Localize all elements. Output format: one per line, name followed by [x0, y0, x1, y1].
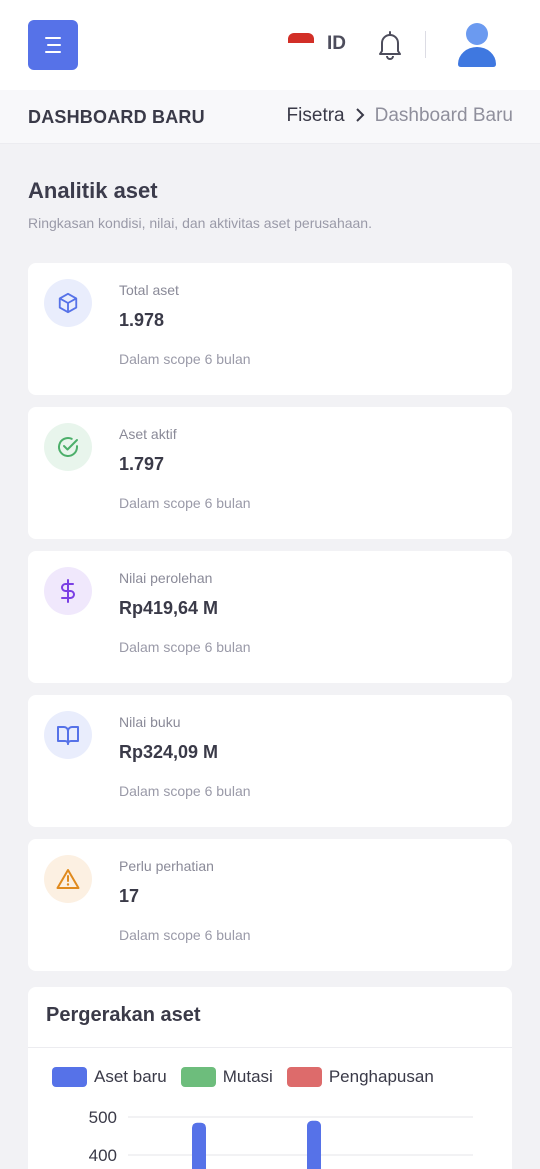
- flag-id-icon[interactable]: [288, 33, 314, 47]
- breadcrumb-current: Dashboard Baru: [374, 105, 513, 126]
- section-title: Analitik aset: [28, 178, 158, 203]
- stat-badge: [44, 423, 92, 471]
- stat-value: 1.797: [119, 454, 165, 474]
- legend-item-aset-baru[interactable]: Aset baru: [52, 1067, 167, 1087]
- legend-swatch: [286, 1067, 322, 1087]
- bar-aset-baru[interactable]: [307, 1120, 321, 1169]
- cube-icon: [58, 292, 78, 314]
- bar-chart: 500 400: [89, 1108, 473, 1169]
- stat-badge: [44, 567, 92, 615]
- stat-label: Nilai buku: [119, 714, 181, 730]
- stat-note: Dalam scope 6 bulan: [119, 351, 251, 367]
- stat-card-aset-aktif: Aset aktif 1.797 Dalam scope 6 bulan: [28, 407, 512, 539]
- legend-swatch: [52, 1067, 87, 1087]
- legend-swatch: [180, 1067, 216, 1087]
- breadcrumb-root-link[interactable]: Fisetra: [287, 105, 345, 127]
- asset-movement-card: Pergerakan aset Aset baru Mutasi Penghap…: [28, 987, 512, 1169]
- stat-label: Perlu perhatian: [119, 858, 214, 874]
- menu-button[interactable]: [28, 20, 78, 70]
- dollar-icon: [61, 579, 75, 603]
- stat-card-perlu-perhatian: Perlu perhatian 17 Dalam scope 6 bulan: [28, 839, 512, 971]
- menu-icon: [45, 37, 61, 53]
- stat-badge: [44, 279, 92, 327]
- card-divider: [28, 1047, 512, 1048]
- user-avatar-icon: [458, 23, 496, 67]
- bell-icon: [379, 31, 401, 60]
- stat-value: 1.978: [119, 310, 165, 330]
- chart-legend: Aset baru Mutasi Penghapusan: [52, 1067, 448, 1087]
- stat-label: Nilai perolehan: [119, 570, 213, 586]
- stat-label: Total aset: [119, 282, 179, 298]
- legend-label: Mutasi: [222, 1067, 273, 1086]
- header-divider: [425, 31, 426, 58]
- stat-note: Dalam scope 6 bulan: [119, 639, 251, 655]
- section-subtitle: Ringkasan kondisi, nilai, dan aktivitas …: [28, 215, 372, 231]
- warning-icon: [56, 869, 80, 889]
- top-bar: ID: [0, 0, 540, 90]
- stat-note: Dalam scope 6 bulan: [119, 783, 251, 799]
- language-code[interactable]: ID: [327, 33, 346, 55]
- stat-note: Dalam scope 6 bulan: [119, 495, 251, 511]
- book-icon: [57, 726, 79, 745]
- page-title: DASHBOARD BARU: [28, 107, 205, 127]
- stat-badge: [44, 855, 92, 903]
- stat-card-total-aset: Total aset 1.978 Dalam scope 6 bulan: [28, 263, 512, 395]
- stat-card-nilai-buku: Nilai buku Rp324,09 M Dalam scope 6 bula…: [28, 695, 512, 827]
- legend-item-mutasi[interactable]: Mutasi: [180, 1067, 273, 1087]
- legend-label: Penghapusan: [328, 1067, 434, 1086]
- y-tick-label: 500: [89, 1108, 117, 1127]
- stat-card-nilai-perolehan: Nilai perolehan Rp419,64 M Dalam scope 6…: [28, 551, 512, 683]
- chevron-right-icon: [355, 106, 365, 127]
- breadcrumb: Fisetra Dashboard Baru: [287, 105, 513, 127]
- chart-title: Pergerakan aset: [46, 1004, 201, 1026]
- stat-value: 17: [119, 886, 140, 906]
- stat-badge: [44, 711, 92, 759]
- y-tick-label: 400: [89, 1146, 117, 1165]
- check-circle-icon: [58, 437, 78, 457]
- stat-note: Dalam scope 6 bulan: [119, 927, 251, 943]
- legend-label: Aset baru: [94, 1067, 167, 1086]
- notification-button[interactable]: [376, 30, 404, 65]
- stat-label: Aset aktif: [119, 426, 177, 442]
- bar-aset-baru[interactable]: [192, 1122, 206, 1169]
- stat-value: Rp419,64 M: [119, 598, 219, 618]
- legend-item-penghapusan[interactable]: Penghapusan: [286, 1067, 434, 1087]
- stat-value: Rp324,09 M: [119, 742, 219, 762]
- user-avatar-button[interactable]: [456, 22, 498, 68]
